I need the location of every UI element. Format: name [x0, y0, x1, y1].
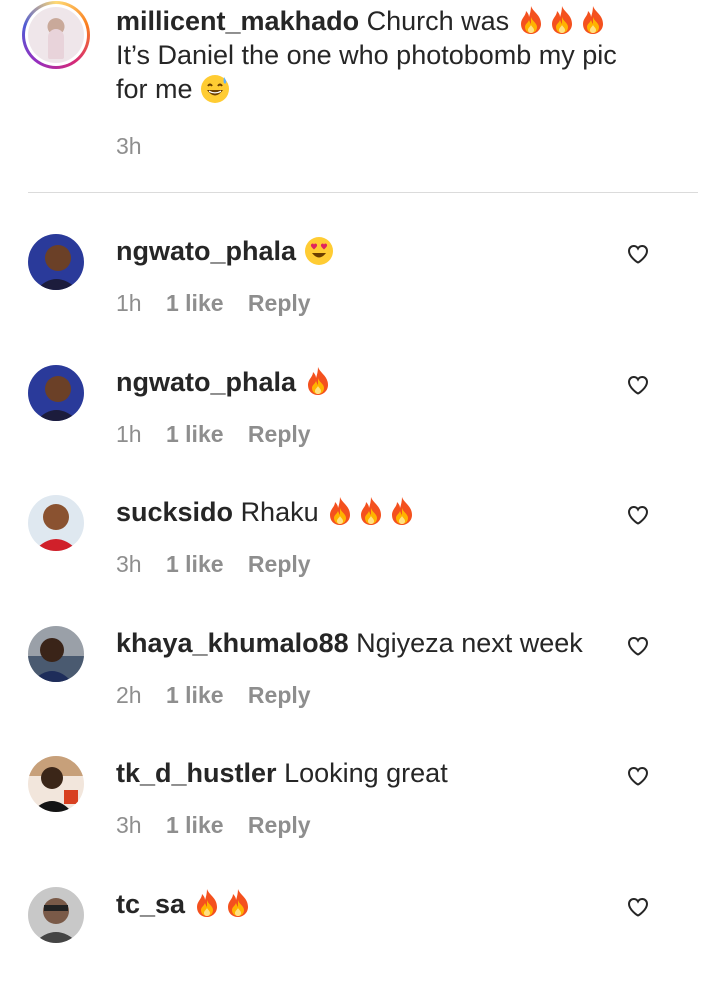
comment-meta: 3h 1 like Reply	[116, 812, 329, 839]
caption-avatar[interactable]	[22, 1, 90, 69]
comment-body: Looking great	[284, 758, 448, 788]
heart-eyes-emoji-icon	[304, 237, 333, 265]
like-count[interactable]: 1 like	[166, 551, 224, 577]
comment-text: tc_sa	[116, 887, 255, 921]
like-count[interactable]: 1 like	[166, 421, 224, 447]
caption-timestamp: 3h	[116, 133, 142, 159]
like-heart-icon[interactable]	[626, 503, 650, 527]
comment-meta: 2h 1 like Reply	[116, 682, 329, 709]
comment-username[interactable]: ngwato_phala	[116, 367, 296, 397]
comment-timestamp: 3h	[116, 551, 142, 577]
divider	[28, 192, 698, 193]
comment-text: ngwato_phala	[116, 234, 334, 268]
comment-timestamp: 2h	[116, 682, 142, 708]
fire-emoji-icon	[193, 889, 255, 919]
like-count[interactable]: 1 like	[166, 812, 224, 838]
like-heart-icon[interactable]	[626, 764, 650, 788]
caption-username[interactable]: millicent_makhado	[116, 6, 359, 36]
reply-button[interactable]: Reply	[248, 812, 311, 838]
comment-item: tk_d_hustler Looking great 3h 1 like Rep…	[0, 756, 720, 856]
like-count[interactable]: 1 like	[166, 290, 224, 316]
comment-text: sucksido Rhaku	[116, 495, 419, 529]
comment-text: ngwato_phala	[116, 365, 335, 399]
comment-item: tc_sa	[0, 887, 720, 987]
comment-username[interactable]: sucksido	[116, 497, 233, 527]
comment-username[interactable]: khaya_khumalo88	[116, 628, 349, 658]
comment-username[interactable]: tc_sa	[116, 889, 185, 919]
comment-meta: 1h 1 like Reply	[116, 290, 329, 317]
reply-button[interactable]: Reply	[248, 682, 311, 708]
fire-emoji-icon	[304, 366, 332, 396]
comment-meta: 1h 1 like Reply	[116, 421, 329, 448]
avatar[interactable]	[28, 234, 84, 290]
avatar[interactable]	[28, 365, 84, 421]
post-caption: millicent_makhado Church was It’s Daniel…	[0, 0, 720, 192]
comment-text: khaya_khumalo88 Ngiyeza next week	[116, 626, 583, 660]
comment-item: khaya_khumalo88 Ngiyeza next week 2h 1 l…	[0, 626, 720, 726]
grinning-sweat-emoji-icon	[201, 75, 230, 103]
comment-item: ngwato_phala 1h 1 like Reply	[0, 234, 720, 334]
fire-emoji-icon	[517, 6, 610, 36]
like-heart-icon[interactable]	[626, 373, 650, 397]
reply-button[interactable]: Reply	[248, 290, 311, 316]
like-heart-icon[interactable]	[626, 242, 650, 266]
fire-emoji-icon	[326, 497, 419, 527]
caption-line2: It’s Daniel the one who photobomb my pic	[116, 40, 617, 70]
comment-username[interactable]: ngwato_phala	[116, 236, 296, 266]
avatar-image	[28, 7, 84, 63]
avatar[interactable]	[28, 756, 84, 812]
comment-text: tk_d_hustler Looking great	[116, 756, 448, 790]
comment-body: Rhaku	[240, 497, 319, 527]
like-count[interactable]: 1 like	[166, 682, 224, 708]
like-heart-icon[interactable]	[626, 895, 650, 919]
caption-line3: for me	[116, 74, 193, 104]
comment-meta: 3h 1 like Reply	[116, 551, 329, 578]
reply-button[interactable]: Reply	[248, 551, 311, 577]
caption-line1: Church was	[366, 6, 510, 36]
avatar[interactable]	[28, 495, 84, 551]
comment-body: Ngiyeza next week	[356, 628, 583, 658]
comment-timestamp: 1h	[116, 290, 142, 316]
caption-text: millicent_makhado Church was It’s Daniel…	[116, 4, 676, 106]
avatar[interactable]	[28, 626, 84, 682]
comment-item: ngwato_phala 1h 1 like Reply	[0, 365, 720, 465]
comment-username[interactable]: tk_d_hustler	[116, 758, 277, 788]
like-heart-icon[interactable]	[626, 634, 650, 658]
comment-timestamp: 3h	[116, 812, 142, 838]
reply-button[interactable]: Reply	[248, 421, 311, 447]
comment-timestamp: 1h	[116, 421, 142, 447]
comment-item: sucksido Rhaku 3h 1 like Reply	[0, 495, 720, 595]
